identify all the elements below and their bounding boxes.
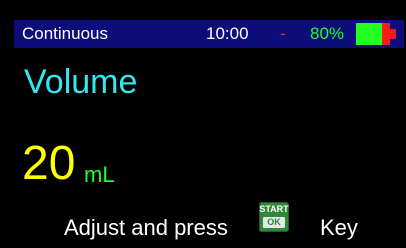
- battery-terminal: [390, 29, 396, 39]
- start-ok-key-icon: START OK: [259, 202, 289, 232]
- parameter-title: Volume: [24, 63, 138, 101]
- start-key-label: START: [259, 204, 289, 214]
- mode-label: Continuous: [22, 24, 109, 43]
- infusion-pump-screen: Continuous 10:00 - 80% Volume 20 mL Adju…: [0, 0, 406, 248]
- battery-icon: [356, 23, 396, 45]
- instruction-text-after: Key: [320, 215, 358, 240]
- status-separator: -: [280, 24, 286, 43]
- battery-empty-portion: [382, 23, 390, 45]
- volume-value[interactable]: 20: [22, 136, 75, 192]
- status-bar: Continuous 10:00 - 80%: [14, 20, 404, 48]
- battery-fill: [356, 23, 382, 45]
- instruction-line: Adjust and press START OK Key: [0, 202, 406, 248]
- battery-percent: 80%: [310, 24, 345, 43]
- ok-key-label: OK: [263, 217, 285, 228]
- instruction-text-before: Adjust and press: [64, 215, 228, 240]
- volume-unit: mL: [84, 162, 115, 187]
- clock: 10:00: [206, 24, 249, 43]
